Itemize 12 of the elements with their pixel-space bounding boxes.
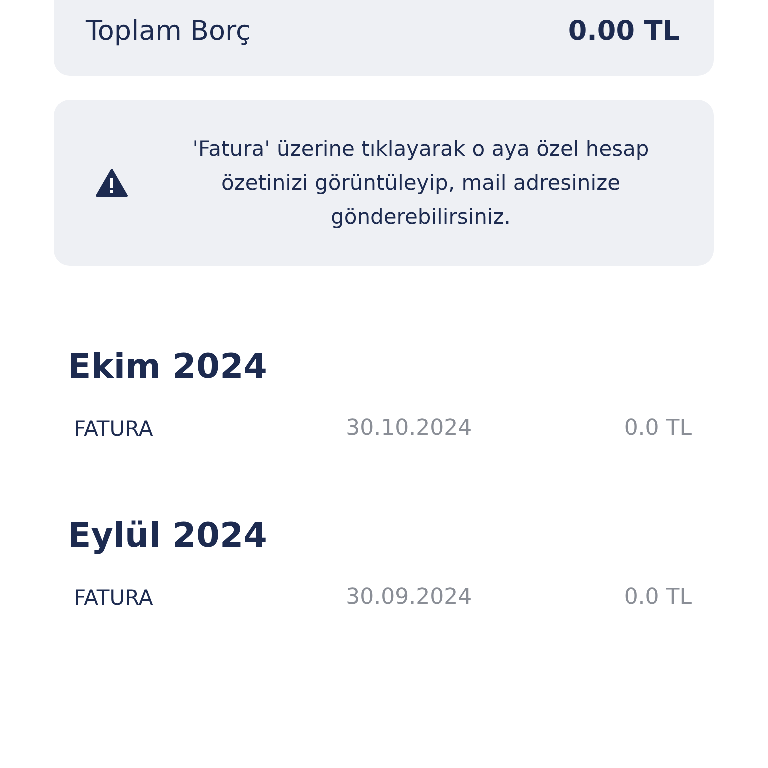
warning-icon [96,169,128,197]
invoice-amount: 0.0 TL [624,585,692,610]
total-label: Toplam Borç [86,16,251,46]
month-heading: Ekim 2024 [68,346,268,389]
invoice-date: 30.09.2024 [346,585,474,610]
invoice-date: 30.10.2024 [346,416,474,441]
total-amount: 0.00 TL [568,16,680,46]
notice-text: 'Fatura' üzerine tıklayarak o aya özel hesap özetinizi görüntüleyip, mail adresinize gönderebilirsiniz. [192,136,650,231]
invoice-link[interactable]: FATURA [68,416,268,440]
month-heading: Eylül 2024 [68,515,268,558]
invoice-link[interactable]: FATURA [68,586,268,610]
invoice-amount: 0.0 TL [624,416,692,441]
